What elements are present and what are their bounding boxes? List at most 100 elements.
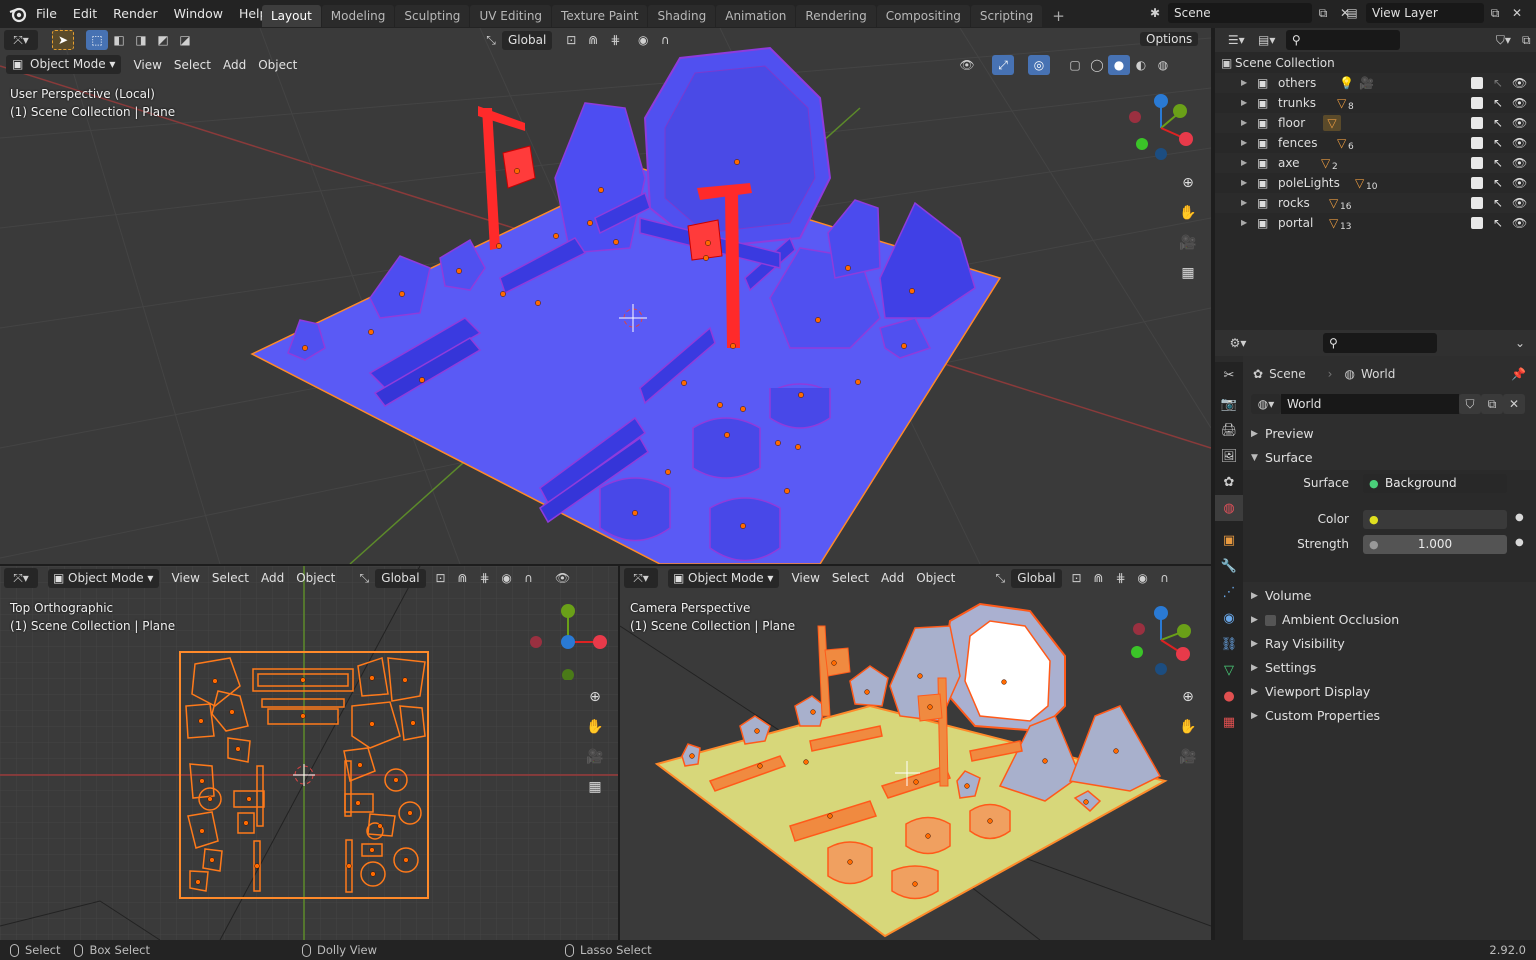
eye-icon[interactable]: 👁 — [1512, 153, 1527, 173]
visibility-icon[interactable]: 👁 — [956, 55, 978, 75]
solid-shading-icon[interactable]: ● — [1108, 55, 1130, 75]
keyframe-dot-icon[interactable]: ● — [1515, 512, 1524, 523]
menu-view[interactable]: View — [785, 569, 825, 587]
snap-icon[interactable]: ⋒ — [452, 568, 474, 588]
scene-icon[interactable]: ✱ — [1142, 3, 1168, 23]
material-shading-icon[interactable]: ◐ — [1130, 55, 1152, 75]
eye-icon[interactable]: 👁 — [1512, 173, 1527, 193]
world-browse-icon[interactable]: ◍▾ — [1251, 394, 1281, 414]
outliner-item[interactable]: ▶ ▣ rocks ▽ 16 ↖ 👁 — [1215, 193, 1536, 213]
select-subtract-icon[interactable]: ◨ — [130, 30, 152, 50]
falloff-icon[interactable]: ∩ — [518, 568, 540, 588]
pin-icon[interactable]: 📌 — [1511, 367, 1526, 381]
outliner-item[interactable]: ▶ ▣ floor ▽ ↖ 👁 — [1215, 113, 1536, 133]
view-layer-field[interactable]: View Layer — [1366, 3, 1484, 23]
exclude-checkbox[interactable] — [1471, 117, 1483, 129]
expand-arrow-icon[interactable]: ▶ — [1241, 213, 1247, 233]
texture-tab-icon[interactable]: ▦ — [1215, 709, 1243, 735]
eye-icon[interactable]: 👁 — [1512, 213, 1527, 233]
tab-texture-paint[interactable]: Texture Paint — [552, 5, 648, 27]
selectable-icon[interactable]: ↖ — [1493, 93, 1503, 113]
pan-hand-icon[interactable]: ✋ — [582, 714, 608, 740]
camera-view-icon[interactable]: 🎥 — [1175, 744, 1201, 770]
transform-orientation-dropdown[interactable]: Global — [502, 30, 553, 50]
new-collection-icon[interactable]: ⧉ — [1517, 30, 1536, 50]
editor-type-icon[interactable]: ☰▾ — [1223, 30, 1249, 50]
pivot-point-icon[interactable]: ⊡ — [1066, 568, 1088, 588]
eye-icon[interactable]: 👁 — [1512, 133, 1527, 153]
eye-icon[interactable]: 👁 — [1512, 93, 1527, 113]
expand-arrow-icon[interactable]: ▶ — [1241, 73, 1247, 93]
snap-target-icon[interactable]: ⋕ — [474, 568, 496, 588]
zoom-icon[interactable]: ⊕ — [582, 684, 608, 710]
render-tab-icon[interactable]: 📷 — [1215, 391, 1243, 417]
menu-add[interactable]: Add — [217, 56, 252, 74]
outliner-item[interactable]: ▶ ▣ fences ▽ 6 ↖ 👁 — [1215, 133, 1536, 153]
selectable-icon[interactable]: ↖ — [1493, 133, 1503, 153]
tab-rendering[interactable]: Rendering — [796, 5, 876, 27]
mode-dropdown[interactable]: ▣ Object Mode ▾ — [668, 568, 780, 588]
panel-viewport-display[interactable]: ▶ Viewport Display — [1243, 680, 1536, 704]
keyframe-dot-icon[interactable]: ● — [1515, 537, 1524, 548]
exclude-checkbox[interactable] — [1471, 77, 1483, 89]
panel-ray-visibility[interactable]: ▶ Ray Visibility — [1243, 632, 1536, 656]
tab-shading[interactable]: Shading — [648, 5, 716, 27]
selectable-icon[interactable]: ↖ — [1493, 153, 1503, 173]
wireframe-shading-icon[interactable]: ◯ — [1086, 55, 1108, 75]
xray-icon[interactable]: ▢ — [1064, 55, 1086, 75]
selectable-icon[interactable]: ↖ — [1493, 73, 1503, 93]
snap-icon[interactable]: ⋒ — [1088, 568, 1110, 588]
expand-arrow-icon[interactable]: ▶ — [1241, 93, 1247, 113]
outliner-item[interactable]: ▶ ▣ trunks ▽ 8 ↖ 👁 — [1215, 93, 1536, 113]
menu-view[interactable]: View — [127, 56, 167, 74]
menu-object[interactable]: Object — [252, 56, 303, 74]
exclude-checkbox[interactable] — [1471, 177, 1483, 189]
panel-preview[interactable]: ▶ Preview — [1243, 422, 1536, 446]
gizmo-icon[interactable]: ⤢ — [992, 55, 1014, 75]
menu-window[interactable]: Window — [166, 2, 231, 26]
material-tab-icon[interactable]: ● — [1215, 683, 1243, 709]
editor-type-icon[interactable]: ⤧▾ — [4, 30, 38, 50]
pan-hand-icon[interactable]: ✋ — [1175, 200, 1201, 226]
tab-scripting[interactable]: Scripting — [970, 5, 1043, 27]
proportional-editing-icon[interactable]: ◉ — [632, 30, 654, 50]
rendered-shading-icon[interactable]: ◍ — [1152, 55, 1174, 75]
panel-ambient-occlusion[interactable]: ▶ Ambient Occlusion — [1243, 608, 1536, 632]
ao-checkbox[interactable] — [1265, 615, 1276, 626]
outliner-item[interactable]: ▶ ▣ axe ▽ 2 ↖ 👁 — [1215, 153, 1536, 173]
mode-dropdown[interactable]: ▣ Object Mode ▾ — [6, 55, 122, 74]
panel-custom-properties[interactable]: ▶ Custom Properties — [1243, 704, 1536, 728]
select-invert-icon[interactable]: ◩ — [152, 30, 174, 50]
menu-edit[interactable]: Edit — [65, 2, 105, 26]
display-mode-icon[interactable]: ▤▾ — [1253, 30, 1279, 50]
new-view-layer-icon[interactable]: ⧉ — [1484, 3, 1506, 23]
menu-select[interactable]: Select — [826, 569, 875, 587]
select-tool-icon[interactable]: ➤ — [52, 30, 74, 50]
filter-icon[interactable]: ⛉▾ — [1490, 30, 1516, 50]
expand-arrow-icon[interactable]: ▶ — [1241, 153, 1247, 173]
proportional-editing-icon[interactable]: ◉ — [1132, 568, 1154, 588]
select-extend-icon[interactable]: ◧ — [108, 30, 130, 50]
exclude-checkbox[interactable] — [1471, 217, 1483, 229]
outliner-item[interactable]: ▶ ▣ portal ▽ 13 ↖ 👁 — [1215, 213, 1536, 233]
new-scene-icon[interactable]: ⧉ — [1312, 3, 1334, 23]
menu-file[interactable]: File — [28, 2, 65, 26]
selectable-icon[interactable]: ↖ — [1493, 193, 1503, 213]
modifier-tab-icon[interactable]: 🔧 — [1215, 553, 1243, 579]
expand-arrow-icon[interactable]: ▶ — [1241, 113, 1247, 133]
transform-orientation-dropdown[interactable]: Global — [375, 568, 426, 588]
properties-search-input[interactable]: ⚲ — [1323, 333, 1437, 353]
view-layer-tab-icon[interactable]: 🖼 — [1215, 443, 1243, 469]
menu-view[interactable]: View — [165, 569, 205, 587]
pan-hand-icon[interactable]: ✋ — [1175, 714, 1201, 740]
outliner-item[interactable]: ▶ ▣ poleLights ▽ 10 ↖ 👁 — [1215, 173, 1536, 193]
world-tab-icon[interactable]: ◍ — [1215, 495, 1243, 521]
color-field[interactable]: ● — [1363, 510, 1507, 529]
tab-sculpting[interactable]: Sculpting — [395, 5, 470, 27]
surface-shader-field[interactable]: ● Background — [1363, 474, 1507, 493]
transform-orientation-dropdown[interactable]: Global — [1011, 568, 1062, 588]
zoom-icon[interactable]: ⊕ — [1175, 684, 1201, 710]
main-viewport[interactable] — [0, 28, 1211, 564]
outliner-item[interactable]: ▶ ▣ others 💡 🎥 ↖ 👁 — [1215, 73, 1536, 93]
particles-tab-icon[interactable]: ⋰ — [1215, 579, 1243, 605]
